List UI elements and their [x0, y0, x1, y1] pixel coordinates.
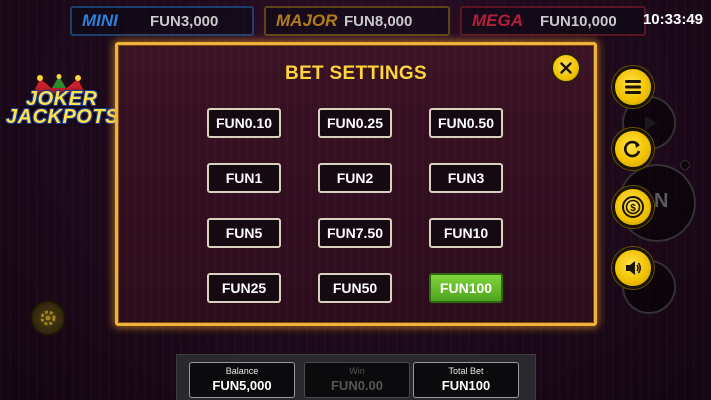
spin-label: N [654, 190, 669, 212]
jackpot-major-value: FUN8,000 [344, 12, 413, 30]
speaker-icon [626, 261, 642, 275]
jackpot-mini-name: MINI [82, 11, 118, 30]
close-icon [560, 62, 572, 74]
menu-button[interactable] [612, 66, 654, 108]
balance-panel: Balance FUN5,000 [189, 362, 295, 398]
bet-option[interactable]: FUN10 [429, 218, 503, 248]
jackpot-mega-name: MEGA [472, 11, 523, 30]
logo-line2: JACKPOTS [6, 106, 119, 128]
bet-option[interactable]: FUN3 [429, 163, 503, 193]
bet-option[interactable]: FUN25 [207, 273, 281, 303]
balance-label: Balance [225, 366, 259, 376]
svg-text:$: $ [630, 203, 636, 214]
balance-value: FUN5,000 [212, 378, 272, 393]
jackpot-mini: MINI FUN3,000 [70, 6, 254, 36]
bet-option[interactable]: FUN0.50 [429, 108, 503, 138]
clock: 10:33:49 [642, 11, 703, 28]
bet-option[interactable]: FUN1 [207, 163, 281, 193]
bet-option-selected[interactable]: FUN100 [429, 273, 503, 303]
settings-button[interactable] [30, 300, 66, 336]
jackpot-mega: MEGA FUN10,000 [460, 6, 646, 36]
bet-settings-dialog: BET SETTINGS FUN0.10 FUN0.25 FUN0.50 FUN… [115, 42, 597, 326]
bet-option[interactable]: FUN0.10 [207, 108, 281, 138]
win-value: FUN0.00 [330, 378, 384, 393]
total-bet-value: FUN100 [441, 378, 491, 393]
total-bet-panel[interactable]: Total Bet FUN100 [413, 362, 519, 398]
bet-button[interactable]: $ [612, 186, 654, 228]
info-bar: Balance FUN5,000 Win FUN0.00 Total Bet F… [176, 354, 536, 400]
small-dot [680, 160, 690, 170]
jackpot-mini-value: FUN3,000 [150, 12, 219, 30]
win-panel: Win FUN0.00 [304, 362, 410, 398]
coin-icon: $ [622, 196, 644, 218]
close-button[interactable] [551, 53, 581, 83]
dialog-title: BET SETTINGS [285, 63, 427, 84]
game-logo: JOKER JACKPOTS [4, 74, 119, 134]
gear-icon [40, 310, 56, 326]
autoplay-button[interactable] [612, 128, 654, 170]
jackpot-mega-value: FUN10,000 [540, 12, 617, 30]
bet-option[interactable]: FUN0.25 [318, 108, 392, 138]
jackpot-major-name: MAJOR [276, 11, 338, 30]
bet-option[interactable]: FUN50 [318, 273, 392, 303]
bet-option[interactable]: FUN7.50 [318, 218, 392, 248]
refresh-icon [624, 140, 641, 158]
win-label: Win [349, 366, 365, 376]
total-bet-label: Total Bet [448, 366, 484, 376]
sound-button[interactable] [612, 247, 654, 289]
bet-option[interactable]: FUN5 [207, 218, 281, 248]
jackpot-major: MAJOR FUN8,000 [264, 6, 450, 36]
menu-icon [625, 80, 641, 94]
bet-option[interactable]: FUN2 [318, 163, 392, 193]
